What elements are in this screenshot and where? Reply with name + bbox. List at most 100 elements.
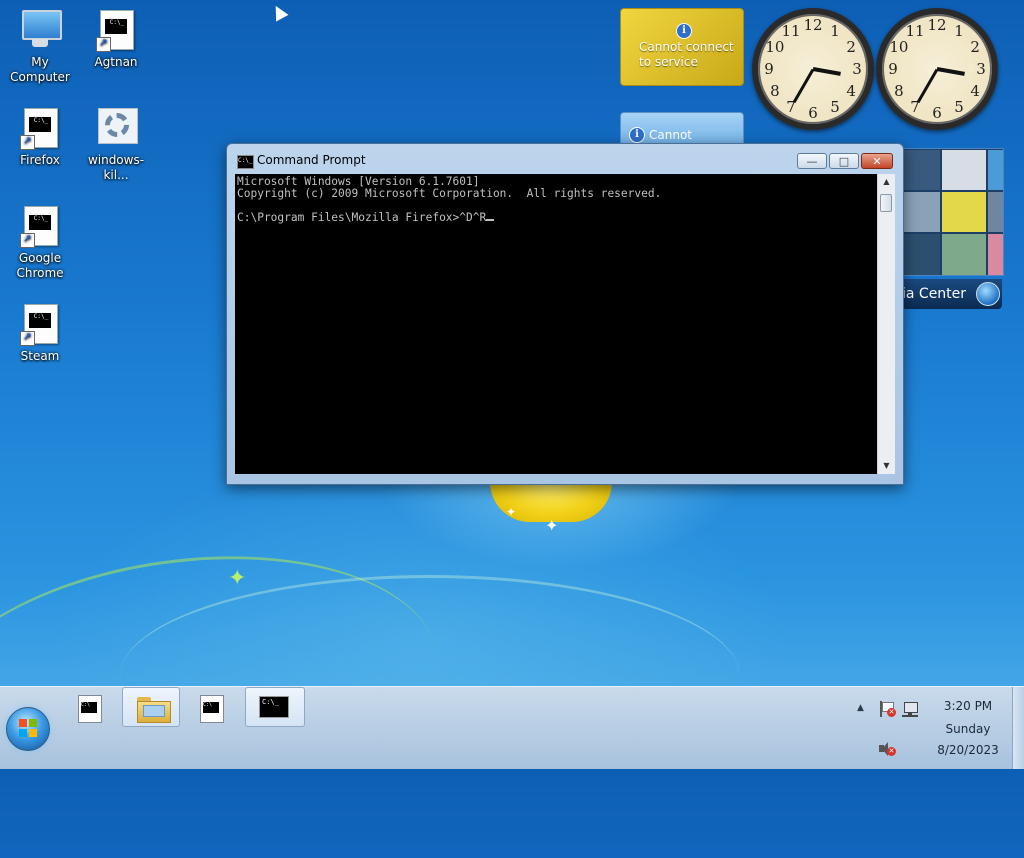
media-tile <box>903 149 941 191</box>
tray-day[interactable]: Sunday <box>926 722 1010 736</box>
taskbar[interactable]: C:\ C:\ C:\_ ▲ ✕ ✕ 3:20 PM Sunday 8/20/2… <box>0 686 1024 769</box>
mouse-pointer-icon <box>269 2 289 22</box>
scroll-thumb[interactable] <box>880 194 892 212</box>
hour-hand <box>812 67 841 76</box>
tray-date[interactable]: 8/20/2023 <box>926 743 1010 757</box>
clock-number: 11 <box>781 21 801 40</box>
maximize-button[interactable]: □ <box>829 153 859 169</box>
command-prompt-window[interactable]: C:\_ Command Prompt — □ ✕ Microsoft Wind… <box>226 143 904 485</box>
desktop-icon-my-computer[interactable]: My Computer <box>0 10 80 85</box>
clock-gadget[interactable]: 12 1 2 3 4 5 6 7 8 9 10 11 <box>876 8 998 130</box>
minute-hand <box>916 68 939 103</box>
settings-gear-icon <box>96 108 138 150</box>
start-button[interactable] <box>6 707 50 751</box>
sparkle-icon: ✦ <box>545 516 559 535</box>
close-button[interactable]: ✕ <box>861 153 893 169</box>
media-tile <box>903 233 941 275</box>
clock-number: 7 <box>786 98 796 117</box>
taskbar-item-cmd-shortcut-2[interactable]: C:\ <box>184 687 240 727</box>
info-icon: i <box>676 23 692 39</box>
info-icon: i <box>629 127 645 143</box>
desktop-icon-label: Google Chrome <box>16 251 64 280</box>
shortcut-terminal-icon: C:\_ ↗ <box>20 304 60 346</box>
tray-time[interactable]: 3:20 PM <box>926 699 1010 713</box>
terminal-icon: C:\_ <box>259 696 289 718</box>
clock-number: 9 <box>888 60 898 78</box>
media-tile <box>987 233 1003 275</box>
desktop-icon-firefox[interactable]: C:\_ ↗ Firefox <box>0 108 80 168</box>
console-output[interactable]: Microsoft Windows [Version 6.1.7601] Cop… <box>235 174 877 474</box>
media-tile <box>903 191 941 233</box>
media-center-label: ia Center <box>902 286 967 302</box>
clock-number: 8 <box>894 82 904 100</box>
desktop-icon-label: My Computer <box>10 55 70 84</box>
desktop-icon-steam[interactable]: C:\_ ↗ Steam <box>0 304 80 364</box>
computer-icon <box>20 10 62 52</box>
shortcut-terminal-icon: C:\_ ↗ <box>20 108 60 150</box>
show-hidden-icons-button[interactable]: ▲ <box>857 703 864 713</box>
terminal-icon: C:\ <box>200 695 224 723</box>
shortcut-terminal-icon: C:\_ ↗ <box>20 206 60 248</box>
sparkle-icon: ✦ <box>228 566 247 591</box>
clock-number: 3 <box>976 60 986 78</box>
text-cursor <box>486 219 495 221</box>
minimize-button[interactable]: — <box>797 153 827 169</box>
desktop[interactable]: ✦ ✦ ✦ My Computer C:\_ ↗ Agtnan C:\_ ↗ Fir… <box>0 0 1024 858</box>
desktop-icon-google-chrome[interactable]: C:\_ ↗ Google Chrome <box>0 206 80 281</box>
network-icon[interactable] <box>902 701 918 717</box>
terminal-icon: C:\_ <box>237 155 254 169</box>
media-tile <box>941 149 987 191</box>
volume-muted-icon[interactable]: ✕ <box>879 741 896 757</box>
clock-gadget[interactable]: 12 1 2 3 4 5 6 7 8 9 10 11 <box>752 8 874 130</box>
clock-number: 10 <box>765 38 785 56</box>
weather-gadget[interactable]: i Cannot connect to service <box>620 8 744 86</box>
clock-number: 5 <box>954 98 964 117</box>
media-tile <box>941 191 987 233</box>
clock-number: 10 <box>889 38 909 56</box>
terminal-icon: C:\ <box>78 695 102 723</box>
desktop-icon-label: windows-kil... <box>87 153 145 182</box>
taskbar-item-command-prompt[interactable]: C:\_ <box>245 687 305 727</box>
clock-number: 8 <box>770 82 780 100</box>
clock-number: 6 <box>808 104 818 122</box>
console-prompt: C:\Program Files\Mozilla Firefox>^D^R <box>237 211 487 224</box>
minute-hand <box>792 68 815 103</box>
weather-status-text: Cannot connect to service <box>639 40 734 69</box>
show-desktop-button[interactable] <box>1012 687 1024 769</box>
clock-number: 3 <box>852 60 862 78</box>
windows-logo-icon <box>976 282 1000 306</box>
desktop-icon-label: Steam <box>20 349 60 363</box>
clock-number: 2 <box>970 38 980 56</box>
clock-number: 9 <box>764 60 774 78</box>
clock-number: 2 <box>846 38 856 56</box>
scroll-down-arrow-icon[interactable]: ▼ <box>878 458 895 474</box>
clock-number: 6 <box>932 104 942 122</box>
clock-number: 7 <box>910 98 920 117</box>
scroll-up-arrow-icon[interactable]: ▲ <box>878 174 895 190</box>
shortcut-terminal-icon: C:\_ ↗ <box>96 10 136 52</box>
media-tile <box>987 191 1003 233</box>
media-center-bar[interactable]: ia Center <box>902 279 1002 309</box>
clock-number: 11 <box>905 21 925 40</box>
media-tile <box>987 149 1003 191</box>
taskbar-item-cmd-shortcut[interactable]: C:\ <box>62 687 118 727</box>
action-center-flag-icon[interactable]: ✕ <box>879 701 896 717</box>
window-title: Command Prompt <box>257 153 366 167</box>
desktop-icon-windows-kil[interactable]: windows-kil... <box>76 108 156 183</box>
taskbar-item-windows-explorer[interactable] <box>122 687 180 727</box>
console-line: Copyright (c) 2009 Microsoft Corporation… <box>237 187 662 200</box>
windows-logo-icon <box>19 719 37 737</box>
clock-number: 5 <box>830 98 840 117</box>
hour-hand <box>936 67 965 76</box>
clock-number: 12 <box>927 16 947 34</box>
vertical-scrollbar[interactable]: ▲ ▼ <box>877 174 895 474</box>
title-bar[interactable]: C:\_ Command Prompt — □ ✕ <box>227 144 903 174</box>
media-center-gadget[interactable] <box>902 148 1004 276</box>
desktop-icon-label: Firefox <box>20 153 60 167</box>
sparkle-icon: ✦ <box>506 505 517 519</box>
desktop-icon-label: Agtnan <box>94 55 138 69</box>
clock-number: 12 <box>803 16 823 34</box>
desktop-icon-agtnan[interactable]: C:\_ ↗ Agtnan <box>76 10 156 70</box>
folder-icon <box>137 695 171 723</box>
media-tile <box>941 233 987 275</box>
